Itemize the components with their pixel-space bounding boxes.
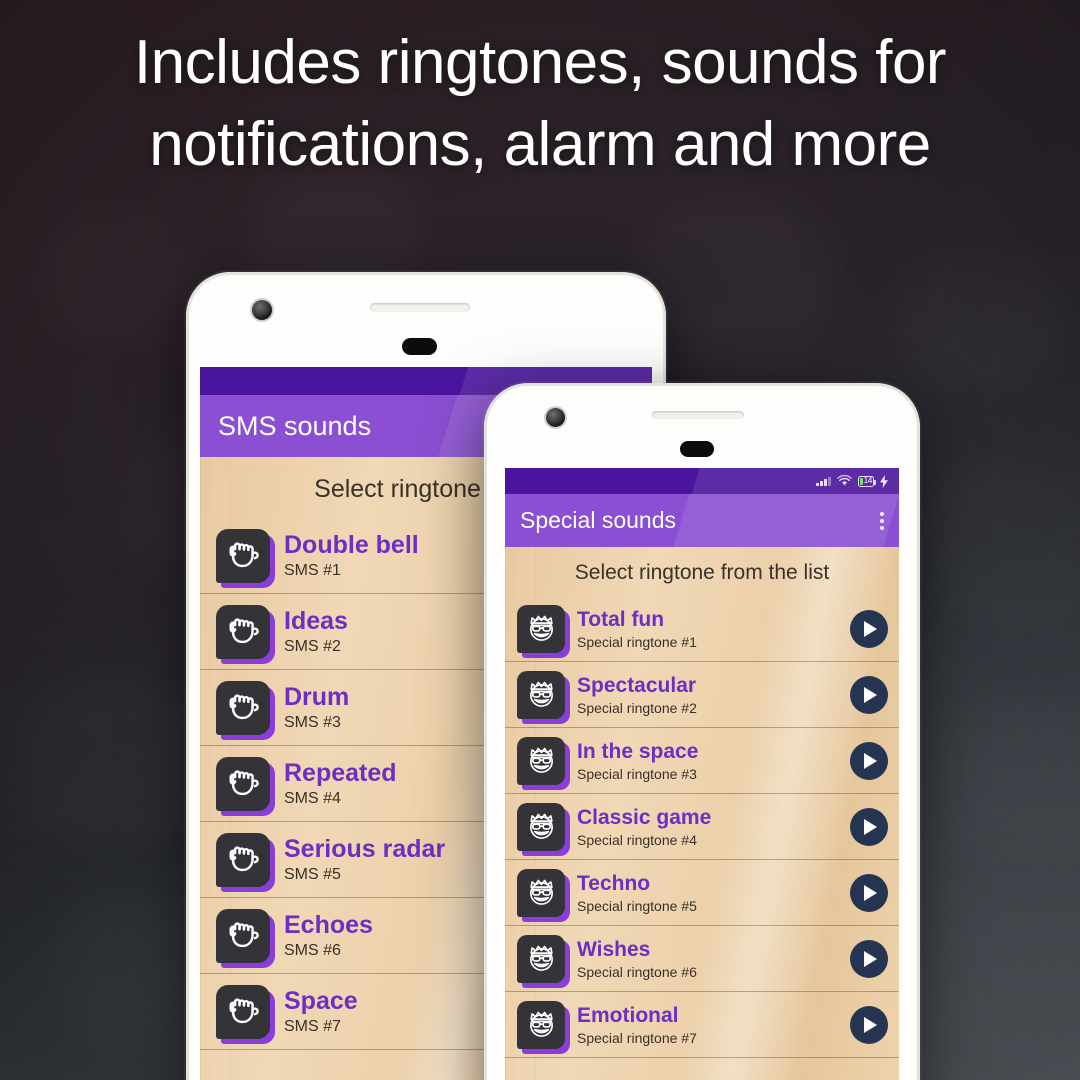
ringtone-subtitle: Special ringtone #2 (577, 699, 697, 716)
ringtone-text: Wishes Special ringtone #6 (577, 938, 838, 980)
ringtone-subtitle: Special ringtone #1 (577, 633, 697, 650)
ringtone-title: In the space (577, 739, 699, 763)
ringtone-title: Wishes (577, 937, 651, 961)
battery-level-label: 14 (863, 476, 873, 485)
play-icon (864, 950, 877, 967)
list-body-front: Select ringtone from the list Total fun S… (505, 547, 899, 1080)
ringtone-thumbnail (517, 934, 565, 983)
ringtone-thumbnail (216, 528, 270, 583)
ringtone-thumbnail (216, 756, 270, 811)
ringtone-title: Total fun (577, 607, 665, 631)
power-button[interactable] (917, 683, 920, 717)
ringtone-thumbnail (216, 832, 270, 887)
cool-face-crown-icon (529, 681, 553, 707)
hand-shaka-icon (229, 997, 259, 1023)
play-button[interactable] (850, 873, 888, 912)
front-camera-icon (252, 300, 272, 320)
cool-face-crown-icon (529, 813, 553, 839)
play-button[interactable] (850, 609, 888, 648)
ringtone-thumbnail (216, 680, 270, 735)
play-button[interactable] (850, 675, 888, 714)
ringtone-thumbnail (517, 868, 565, 917)
hand-shaka-icon (229, 693, 259, 719)
app-bar-title-front: Special sounds (520, 507, 676, 533)
play-icon (864, 686, 877, 703)
ringtone-text: Emotional Special ringtone #7 (577, 1004, 838, 1046)
ringtone-list-item[interactable]: In the space Special ringtone #3 (505, 728, 899, 794)
ringtone-title: Emotional (577, 1003, 679, 1027)
ringtone-title: Techno (577, 871, 651, 895)
ringtone-thumbnail (216, 984, 270, 1039)
earpiece-speaker (652, 411, 744, 419)
ringtone-subtitle: Special ringtone #4 (577, 831, 697, 848)
ringtone-subtitle: Special ringtone #6 (577, 963, 697, 980)
list-subheading-front: Select ringtone from the list (574, 561, 830, 584)
ringtone-thumbnail (517, 604, 565, 653)
cool-face-crown-icon (529, 615, 553, 641)
ringtone-thumbnail (517, 670, 565, 719)
ringtone-thumbnail (216, 604, 270, 659)
ringtone-text: Spectacular Special ringtone #2 (577, 674, 838, 716)
play-button[interactable] (850, 1005, 888, 1044)
ringtone-subtitle: Special ringtone #7 (577, 1029, 697, 1046)
cool-face-crown-icon (529, 945, 553, 971)
ringtone-list-front: Total fun Special ringtone #1 Spectacular S… (505, 596, 899, 1058)
hand-shaka-icon (229, 617, 259, 643)
phone-mockup-front: 14 Special sounds Select ringtone from t… (484, 383, 920, 1080)
headline-line-2: notifications, alarm and more (149, 110, 931, 180)
cool-face-crown-icon (529, 747, 553, 773)
earpiece-speaker (370, 303, 470, 312)
front-camera-icon (546, 408, 565, 427)
play-icon (864, 884, 877, 901)
ringtone-title: Spectacular (577, 673, 697, 697)
play-icon (864, 752, 877, 769)
play-button[interactable] (850, 807, 888, 846)
play-icon (864, 620, 877, 637)
status-bar-front: 14 (505, 468, 899, 494)
ringtone-list-item[interactable]: Total fun Special ringtone #1 (505, 596, 899, 662)
ringtone-subtitle: Special ringtone #3 (577, 765, 697, 782)
ringtone-text: Total fun Special ringtone #1 (577, 608, 838, 650)
hand-shaka-icon (229, 845, 259, 871)
play-button[interactable] (850, 741, 888, 780)
ringtone-list-item[interactable]: Wishes Special ringtone #6 (505, 926, 899, 992)
ringtone-thumbnail (517, 1000, 565, 1049)
ringtone-subtitle: Special ringtone #5 (577, 897, 697, 914)
play-icon (864, 818, 877, 835)
signal-bars-icon (816, 476, 831, 486)
wifi-icon (836, 475, 852, 486)
ringtone-thumbnail (517, 736, 565, 785)
ringtone-list-item[interactable]: Spectacular Special ringtone #2 (505, 662, 899, 728)
hand-shaka-icon (229, 921, 259, 947)
ringtone-list-item[interactable]: Classic game Special ringtone #4 (505, 794, 899, 860)
cool-face-crown-icon (529, 879, 553, 905)
cool-face-crown-icon (529, 1011, 553, 1037)
sensor-pill (680, 441, 714, 457)
ringtone-list-item[interactable]: Emotional Special ringtone #7 (505, 992, 899, 1058)
screen-front: 14 Special sounds Select ringtone from t… (505, 468, 899, 1080)
ringtone-thumbnail (517, 802, 565, 851)
ringtone-thumbnail (216, 908, 270, 963)
page-headline: Includes ringtones, sounds for notificat… (0, 22, 1080, 187)
hand-shaka-icon (229, 769, 259, 795)
hand-shaka-icon (229, 541, 259, 567)
ringtone-text: Techno Special ringtone #5 (577, 872, 838, 914)
app-bar-front: Special sounds (505, 494, 899, 547)
headline-line-1: Includes ringtones, sounds for (133, 28, 947, 97)
sensor-pill (402, 338, 437, 355)
charging-bolt-icon (880, 474, 888, 488)
play-icon (864, 1016, 877, 1033)
volume-button[interactable] (917, 597, 920, 649)
ringtone-title: Classic game (577, 805, 712, 829)
play-button[interactable] (850, 939, 888, 978)
battery-icon: 14 (857, 475, 877, 487)
ringtone-text: Classic game Special ringtone #4 (577, 806, 838, 848)
ringtone-text: In the space Special ringtone #3 (577, 740, 838, 782)
app-bar-title-back: SMS sounds (218, 410, 372, 441)
ringtone-list-item[interactable]: Techno Special ringtone #5 (505, 860, 899, 926)
kebab-menu-icon[interactable] (880, 511, 884, 530)
